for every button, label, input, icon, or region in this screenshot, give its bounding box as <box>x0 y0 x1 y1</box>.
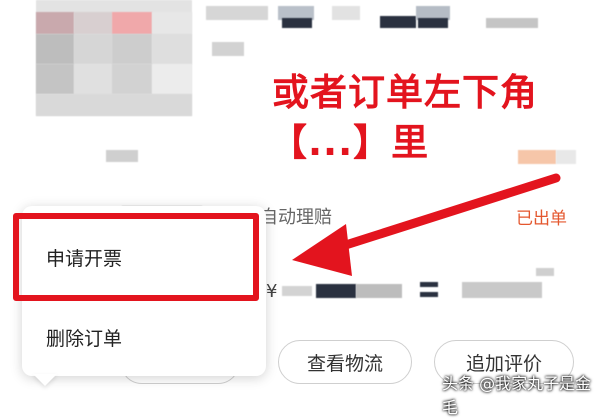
product-thumbnail[interactable] <box>36 0 192 116</box>
view-logistics-button[interactable]: 查看物流 <box>278 340 412 384</box>
order-status: 已出单 <box>516 209 567 229</box>
product-title-blur <box>332 6 360 20</box>
price-blur <box>462 282 542 298</box>
delete-order-item[interactable]: 删除订单 <box>46 324 122 351</box>
popup-pointer <box>33 374 57 386</box>
annotation-highlight-box <box>13 213 259 301</box>
product-title-blur <box>282 18 312 28</box>
product-qty-blur <box>106 150 138 162</box>
product-price-blur <box>518 150 556 164</box>
product-title-blur <box>418 18 448 28</box>
product-title-blur <box>206 6 268 20</box>
price-blur <box>420 282 438 287</box>
annotation-line-2: 【...】里 <box>270 121 430 164</box>
price-blur <box>536 268 554 276</box>
product-title-blur <box>380 16 416 28</box>
price-blur <box>420 292 438 297</box>
product-title-blur <box>486 18 538 28</box>
price-blur <box>316 284 356 298</box>
price-blur <box>282 286 312 296</box>
price-blur <box>356 284 402 298</box>
watermark-text: 头条 @我家丸子是金毛 <box>442 374 592 417</box>
product-spec-blur <box>212 42 244 56</box>
price-symbol: ¥ <box>266 281 278 302</box>
product-price-blur <box>556 150 576 164</box>
annotation-line-1: 或者订单左下角 <box>272 71 538 114</box>
